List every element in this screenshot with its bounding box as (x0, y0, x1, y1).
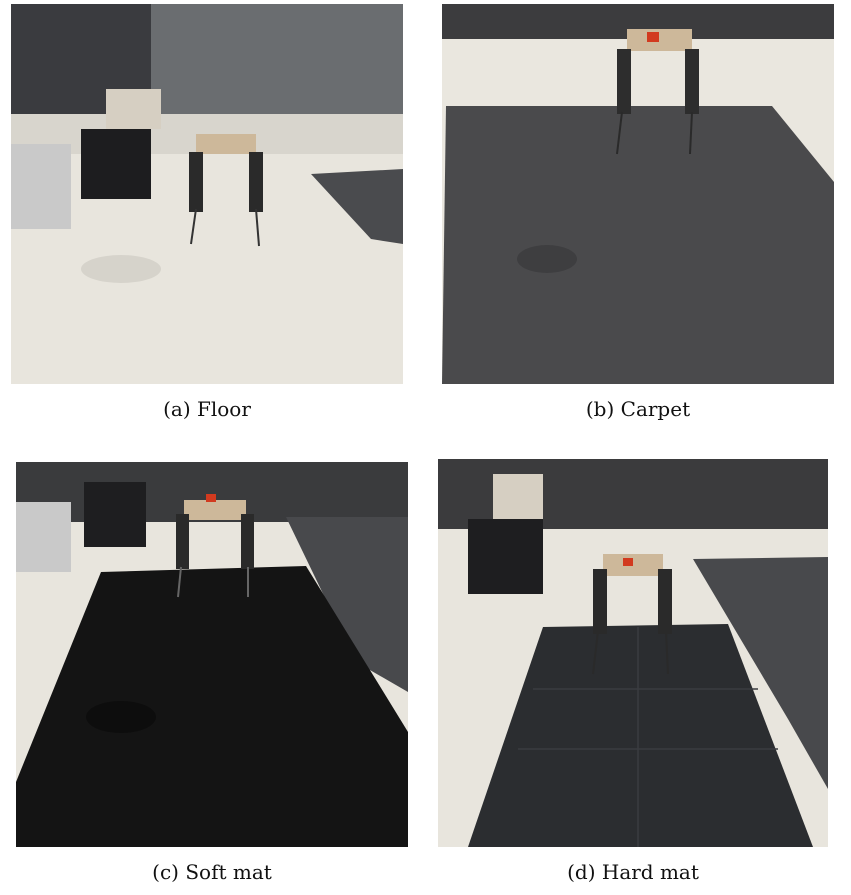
caption-soft-mat: (c) Soft mat (152, 860, 272, 884)
caption-carpet: (b) Carpet (585, 397, 691, 421)
caption-hard-mat: (d) Hard mat (567, 860, 699, 884)
photo-floor (11, 4, 403, 384)
photo-soft-mat (16, 462, 408, 847)
photo-carpet (442, 4, 834, 384)
caption-floor: (a) Floor (163, 397, 251, 421)
photo-hard-mat (438, 459, 828, 847)
